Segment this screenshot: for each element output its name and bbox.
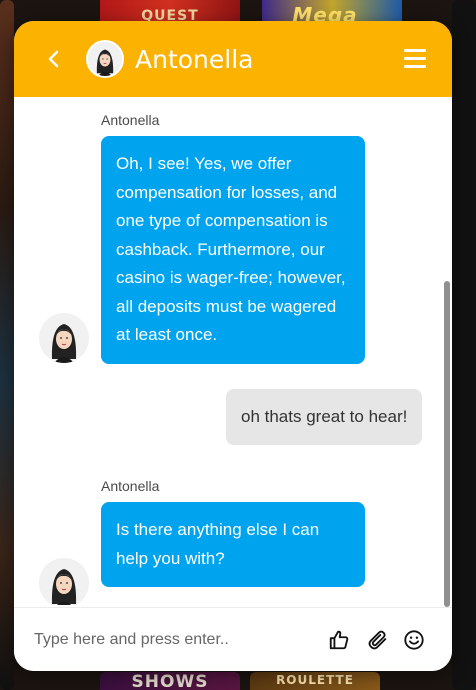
message-list[interactable]: Antonella Oh, I see! Yes, we offer compe… bbox=[14, 97, 452, 605]
smiley-icon bbox=[404, 630, 424, 650]
hamburger-icon bbox=[404, 49, 426, 68]
game-tile[interactable] bbox=[0, 0, 14, 690]
menu-button[interactable] bbox=[404, 49, 426, 69]
chat-header: Antonella bbox=[14, 21, 452, 97]
bot-avatar bbox=[39, 313, 89, 363]
user-message-bubble: oh thats great to hear! bbox=[226, 389, 423, 445]
agent-name: Antonella bbox=[135, 45, 254, 74]
game-tile-label: SHOWS bbox=[131, 672, 209, 690]
thumbs-up-icon bbox=[329, 630, 349, 650]
bot-message-bubble: Oh, I see! Yes, we offer compensation fo… bbox=[101, 136, 365, 364]
emoji-button[interactable] bbox=[403, 629, 425, 651]
paperclip-icon bbox=[368, 630, 387, 650]
chevron-left-icon bbox=[48, 50, 59, 68]
bot-avatar bbox=[39, 558, 89, 605]
chat-widget: Antonella Antonella Oh, I see! Yes, we o… bbox=[14, 21, 452, 671]
bot-message-bubble: Is there anything else I can help you wi… bbox=[101, 502, 365, 587]
message-sender: Antonella bbox=[101, 478, 160, 494]
message-composer bbox=[14, 607, 452, 671]
message-scrollbar[interactable] bbox=[444, 281, 450, 607]
game-tile-label: ROULETTE bbox=[276, 673, 354, 687]
agent-avatar-icon bbox=[39, 313, 89, 363]
agent-avatar-icon bbox=[39, 558, 89, 605]
back-button[interactable] bbox=[42, 47, 66, 71]
game-tile[interactable] bbox=[452, 0, 476, 690]
agent-avatar bbox=[86, 40, 124, 78]
message-input[interactable] bbox=[34, 626, 304, 654]
message-sender: Antonella bbox=[101, 112, 160, 128]
thumbs-up-button[interactable] bbox=[328, 629, 350, 651]
attach-button[interactable] bbox=[367, 629, 389, 651]
agent-avatar-icon bbox=[88, 42, 122, 76]
